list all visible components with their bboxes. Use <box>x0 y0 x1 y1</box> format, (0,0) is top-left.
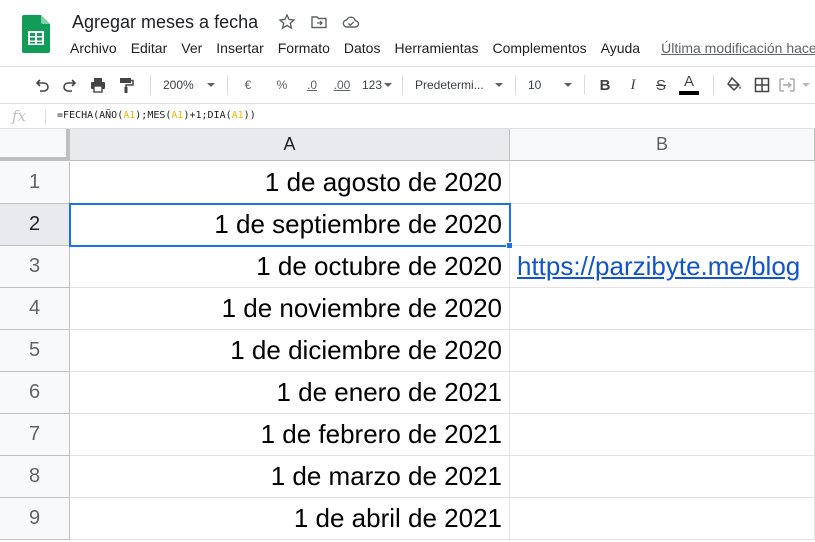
select-all-corner[interactable] <box>0 129 70 161</box>
chevron-down-icon <box>495 83 503 87</box>
chevron-down-icon <box>564 83 572 87</box>
formula-text: =FECHA(AÑO( <box>57 110 124 121</box>
cell-a7[interactable]: 1 de febrero de 2021 <box>70 414 510 456</box>
strikethrough-button[interactable]: S <box>649 73 673 97</box>
merge-cells-icon[interactable] <box>778 73 810 97</box>
cell-b5[interactable] <box>510 330 815 372</box>
google-sheets-logo[interactable] <box>22 15 50 53</box>
borders-icon[interactable] <box>750 73 774 97</box>
font-size-value: 10 <box>528 78 542 92</box>
function-icon: fx <box>12 107 27 125</box>
undo-icon[interactable] <box>30 73 54 97</box>
font-size-select[interactable]: 10 <box>524 78 576 92</box>
formula-text: )+1;DIA( <box>183 110 232 121</box>
toolbar-divider <box>227 75 228 95</box>
chevron-down-icon <box>384 83 393 87</box>
formula-cell-ref: A1 <box>171 110 184 121</box>
increase-decimals-button[interactable]: .00 <box>330 73 354 97</box>
italic-button[interactable]: I <box>621 73 645 97</box>
menu-ver[interactable]: Ver <box>174 38 209 58</box>
cell-b8[interactable] <box>510 456 815 498</box>
formula-bar: fx =FECHA(AÑO(A1);MES(A1)+1;DIA(A1)) <box>0 105 815 129</box>
row-header[interactable]: 4 <box>0 288 70 330</box>
percent-format-button[interactable]: % <box>270 73 294 97</box>
toolbar-divider <box>150 75 151 95</box>
menu-ayuda[interactable]: Ayuda <box>594 38 647 58</box>
menu-archivo[interactable]: Archivo <box>63 38 124 58</box>
toolbar-divider <box>584 75 585 95</box>
cloud-saved-icon[interactable] <box>342 13 360 31</box>
currency-format-button[interactable]: € <box>236 73 260 97</box>
zoom-select[interactable]: 200% <box>159 78 219 92</box>
menu-formato[interactable]: Formato <box>271 38 337 58</box>
cell-a4[interactable]: 1 de noviembre de 2020 <box>70 288 510 330</box>
font-family-value: Predetermi... <box>415 78 484 92</box>
more-formats-label: 123 <box>362 78 383 92</box>
star-icon[interactable] <box>278 13 296 31</box>
paint-format-icon[interactable] <box>114 73 138 97</box>
toolbar: 200% € % .0 .00 123 Predetermi... 10 B I… <box>0 66 815 104</box>
fill-color-icon[interactable] <box>722 73 746 97</box>
app-header: Agregar meses a fecha Archivo Editar Ver… <box>0 0 815 66</box>
cell-b4[interactable] <box>510 288 815 330</box>
cell-b2[interactable] <box>510 204 815 246</box>
row-header[interactable]: 7 <box>0 414 70 456</box>
menu-bar: Archivo Editar Ver Insertar Formato Dato… <box>63 38 815 58</box>
cell-a2[interactable]: 1 de septiembre de 2020 <box>70 204 510 246</box>
toolbar-divider <box>515 75 516 95</box>
cell-b9[interactable] <box>510 498 815 540</box>
cell-b7[interactable] <box>510 414 815 456</box>
chevron-down-icon <box>802 83 810 87</box>
row-header[interactable]: 8 <box>0 456 70 498</box>
row-header[interactable]: 5 <box>0 330 70 372</box>
toolbar-divider <box>402 75 403 95</box>
cell-a1[interactable]: 1 de agosto de 2020 <box>70 162 510 204</box>
text-color-label: A <box>683 73 694 90</box>
cell-a6[interactable]: 1 de enero de 2021 <box>70 372 510 414</box>
formula-cell-ref: A1 <box>231 110 244 121</box>
document-title[interactable]: Agregar meses a fecha <box>72 12 258 33</box>
column-header-a[interactable]: A <box>70 129 510 161</box>
redo-icon[interactable] <box>58 73 82 97</box>
row-header[interactable]: 3 <box>0 246 70 288</box>
chevron-down-icon <box>207 83 215 87</box>
cell-b6[interactable] <box>510 372 815 414</box>
bold-button[interactable]: B <box>593 73 617 97</box>
menu-insertar[interactable]: Insertar <box>209 38 270 58</box>
row-header[interactable]: 9 <box>0 498 70 540</box>
font-family-select[interactable]: Predetermi... <box>411 78 507 92</box>
text-color-swatch <box>679 91 699 95</box>
formula-cell-ref: A1 <box>123 110 136 121</box>
decrease-decimals-button[interactable]: .0 <box>300 73 324 97</box>
move-to-folder-icon[interactable] <box>310 13 328 31</box>
print-icon[interactable] <box>86 73 110 97</box>
toolbar-divider <box>713 75 714 95</box>
spreadsheet-grid: A B 11 de agosto de 2020 2 1 de septiembre… <box>0 129 815 542</box>
formula-text: )) <box>243 110 256 121</box>
cell-a9[interactable]: 1 de abril de 2021 <box>70 498 510 540</box>
cell-a5[interactable]: 1 de diciembre de 2020 <box>70 330 510 372</box>
menu-complementos[interactable]: Complementos <box>485 38 593 58</box>
formula-text: );MES( <box>135 110 172 121</box>
text-color-button[interactable]: A <box>677 73 701 97</box>
row-header[interactable]: 6 <box>0 372 70 414</box>
cell-b1[interactable] <box>510 162 815 204</box>
column-header-b[interactable]: B <box>510 129 815 161</box>
zoom-value: 200% <box>163 78 194 92</box>
menu-datos[interactable]: Datos <box>337 38 388 58</box>
row-header[interactable]: 2 <box>0 204 70 246</box>
last-edit-link[interactable]: Última modificación hace <box>647 38 815 58</box>
cell-b3[interactable]: https://parzibyte.me/blog <box>510 246 815 288</box>
row-header[interactable]: 1 <box>0 162 70 204</box>
formula-input[interactable]: =FECHA(AÑO(A1);MES(A1)+1;DIA(A1)) <box>57 110 256 121</box>
cell-a8[interactable]: 1 de marzo de 2021 <box>70 456 510 498</box>
menu-editar[interactable]: Editar <box>124 38 175 58</box>
cell-a3[interactable]: 1 de octubre de 2020 <box>70 246 510 288</box>
menu-herramientas[interactable]: Herramientas <box>387 38 485 58</box>
fill-handle[interactable] <box>506 242 513 249</box>
more-formats-select[interactable]: 123 <box>358 78 394 92</box>
formula-divider <box>45 109 46 125</box>
